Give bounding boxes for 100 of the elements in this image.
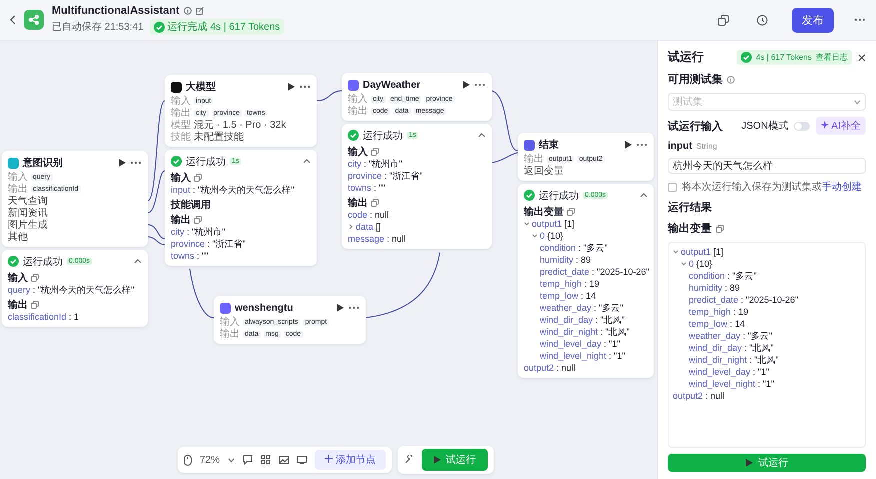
caret-icon[interactable] [228,458,236,462]
node-icon [8,158,19,168]
variable-line: wind_dir_night : "北风" [689,354,779,366]
variable-line: province : "浙江省" [348,170,423,182]
node-title: 意图识别 [23,156,64,170]
comment-icon[interactable] [243,455,254,465]
view-log-link[interactable]: 查看日志 [816,52,848,63]
save-option-text: 将本次运行输入保存为测试集或手动创建 [682,180,862,194]
variable-line: wind_level_night : "1" [689,379,774,389]
variable-line: condition : "多云" [689,270,757,282]
history-icon[interactable] [757,14,768,26]
variable-line: wind_level_day : "1" [540,339,620,349]
toggle-label: JSON模式 [742,120,788,133]
success-icon [154,22,165,32]
variable-line: output2 : null [673,391,725,401]
image-icon[interactable] [279,455,290,465]
variable-line: humidity : 89 [540,255,592,265]
json-mode-toggle[interactable] [794,122,810,130]
section-title: 输入 [8,272,28,284]
copy-icon[interactable] [31,274,39,282]
variable-line: humidity : 89 [689,283,740,293]
play-icon[interactable] [337,304,344,312]
variable-line: predict_date : "2025-10-26" [540,267,650,277]
copy-icon[interactable] [31,300,39,308]
connector-line [316,90,342,102]
node-title: DayWeather [363,80,422,90]
publish-button[interactable]: 发布 [792,8,834,32]
input-field[interactable]: 杭州今天的天气怎么样 [668,158,866,174]
back-icon[interactable] [10,15,16,25]
node-icon [348,80,359,90]
more-icon[interactable] [299,85,311,89]
more-icon[interactable] [854,18,866,22]
field-label: 输出 [171,106,191,120]
variable-line: towns : "" [171,251,208,261]
caret-icon[interactable] [681,261,687,267]
ai-complete-button[interactable]: AI补全 [816,117,866,135]
play-icon[interactable] [119,159,126,167]
collapse-icon[interactable] [640,193,648,198]
collapse-icon[interactable] [134,259,142,264]
variable-line: wind_dir_night : "北风" [540,326,630,338]
node-icon [220,302,231,314]
copy-icon[interactable] [371,198,379,206]
variable-line: message : null [348,234,406,244]
add-node-button[interactable]: 添加节点 [315,450,386,470]
zoom-level[interactable]: 72% [200,454,220,466]
more-icon[interactable] [130,161,142,165]
section-title: 输入 [171,172,191,184]
copy-icon[interactable] [718,14,729,26]
caret-icon[interactable] [532,233,538,239]
field-label: 输出 [220,328,240,341]
wrench-icon[interactable] [404,455,414,465]
caret-icon[interactable] [673,249,679,255]
mouse-icon[interactable] [184,454,192,466]
field-label: 模型 [171,118,191,132]
info-icon[interactable] [727,76,735,84]
field-label: 输入 [8,170,28,184]
dropdown-icon[interactable] [854,100,861,104]
status-text: 运行成功 [186,156,226,168]
copy-icon[interactable] [194,216,202,224]
caret-icon[interactable] [348,224,354,230]
status-text: 运行成功 [363,130,403,142]
monitor-icon[interactable] [297,455,308,465]
section-title: 输出变量 [524,205,564,218]
more-icon[interactable] [636,143,648,147]
plus-icon [325,455,334,463]
info-icon[interactable] [184,7,192,15]
copy-icon[interactable] [567,208,575,216]
app-logo [24,10,44,30]
grid-icon[interactable] [261,455,272,465]
collapse-icon[interactable] [478,133,486,138]
variable-line: output2 : null [524,363,576,373]
variable-line: temp_high : 19 [540,279,600,289]
field-value: 混元 · 1.5 · Pro · 32k [194,119,286,132]
edit-icon[interactable] [196,7,204,15]
play-icon[interactable] [625,141,632,149]
variable-line: code : null [348,210,390,220]
variable-line: data [] [356,222,382,232]
more-icon[interactable] [474,83,486,87]
caret-icon[interactable] [524,221,530,227]
variable-line: classificationId : 1 [8,312,80,322]
copy-icon[interactable] [371,148,379,156]
collapse-icon[interactable] [303,159,311,164]
copy-icon[interactable] [716,224,724,232]
connector-line [190,268,214,318]
section-title: 输出 [8,298,28,312]
more-icon[interactable] [348,306,360,310]
variable-line: query : "杭州今天的天气怎么样" [8,284,134,296]
status-text: 运行成功 [539,190,579,202]
field-name: input [668,141,692,152]
sparkle-icon [821,121,830,129]
save-checkbox[interactable] [668,182,677,192]
token-count-label: 4s | 617 Tokens [756,53,812,62]
node-title: 大模型 [186,80,217,94]
play-icon[interactable] [288,83,295,91]
variable-line: weather_day : "多云" [689,330,772,342]
close-icon[interactable] [858,54,866,62]
play-icon[interactable] [463,81,470,89]
create-link[interactable]: 手动创建 [822,182,862,193]
variable-line: province : "浙江省" [171,238,246,250]
copy-icon[interactable] [194,174,202,182]
